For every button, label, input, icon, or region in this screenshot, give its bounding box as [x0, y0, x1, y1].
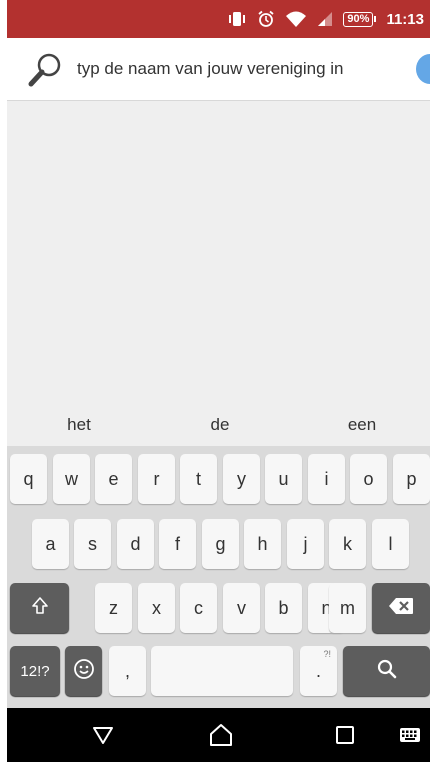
key-s[interactable]: s: [74, 519, 111, 569]
key-j[interactable]: j: [287, 519, 324, 569]
suggestion-2[interactable]: de: [170, 405, 270, 445]
key-m[interactable]: m: [329, 583, 366, 633]
status-time: 11:13: [386, 10, 424, 28]
backspace-icon: [388, 597, 414, 620]
suggestion-1[interactable]: het: [29, 405, 129, 445]
recents-icon[interactable]: [327, 708, 363, 762]
phone-screen: 90% 11:13 het de een q w e r t y u i o: [7, 0, 430, 762]
key-w[interactable]: w: [53, 454, 90, 504]
key-f[interactable]: f: [159, 519, 196, 569]
comma-key[interactable]: ,: [109, 646, 146, 696]
key-c[interactable]: c: [180, 583, 217, 633]
search-input[interactable]: [77, 52, 417, 86]
battery-percent: 90%: [343, 11, 374, 27]
shift-icon: [31, 596, 49, 621]
battery-icon: 90%: [343, 11, 377, 27]
key-x[interactable]: x: [138, 583, 175, 633]
keyboard: q w e r t y u i o p a s d f g h j k l z …: [7, 446, 430, 708]
key-d[interactable]: d: [117, 519, 154, 569]
key-a[interactable]: a: [32, 519, 69, 569]
key-l[interactable]: l: [372, 519, 409, 569]
status-bar: 90% 11:13: [7, 0, 430, 38]
back-icon[interactable]: [85, 708, 121, 762]
search-key[interactable]: [343, 646, 430, 696]
wifi-icon: [285, 10, 307, 28]
key-g[interactable]: g: [202, 519, 239, 569]
key-i[interactable]: i: [308, 454, 345, 504]
period-hint: ?!: [323, 649, 331, 659]
suggestion-strip: het de een: [7, 405, 430, 445]
clear-button-edge[interactable]: [416, 54, 430, 84]
key-e[interactable]: e: [95, 454, 132, 504]
key-k[interactable]: k: [329, 519, 366, 569]
emoji-key[interactable]: [65, 646, 102, 696]
suggestion-3[interactable]: een: [312, 405, 412, 445]
search-icon[interactable]: [25, 51, 65, 89]
key-h[interactable]: h: [244, 519, 281, 569]
alarm-icon: [257, 10, 275, 28]
key-r[interactable]: r: [138, 454, 175, 504]
key-q[interactable]: q: [10, 454, 47, 504]
key-t[interactable]: t: [180, 454, 217, 504]
vibrate-icon: [227, 10, 247, 28]
search-bar: [7, 38, 430, 101]
key-z[interactable]: z: [95, 583, 132, 633]
key-p[interactable]: p: [393, 454, 430, 504]
period-key[interactable]: ?! .: [300, 646, 337, 696]
navigation-bar: [7, 708, 430, 762]
emoji-icon: [73, 658, 95, 685]
key-v[interactable]: v: [223, 583, 260, 633]
key-o[interactable]: o: [350, 454, 387, 504]
shift-key[interactable]: [10, 583, 69, 633]
signal-icon: [317, 11, 333, 27]
backspace-key[interactable]: [372, 583, 430, 633]
key-b[interactable]: b: [265, 583, 302, 633]
keyboard-icon[interactable]: [395, 708, 425, 762]
space-key[interactable]: [151, 646, 293, 696]
home-icon[interactable]: [203, 708, 239, 762]
period-label: .: [315, 660, 321, 681]
key-u[interactable]: u: [265, 454, 302, 504]
symbols-key[interactable]: 12!?: [10, 646, 60, 696]
key-y[interactable]: y: [223, 454, 260, 504]
search-key-icon: [376, 658, 398, 685]
